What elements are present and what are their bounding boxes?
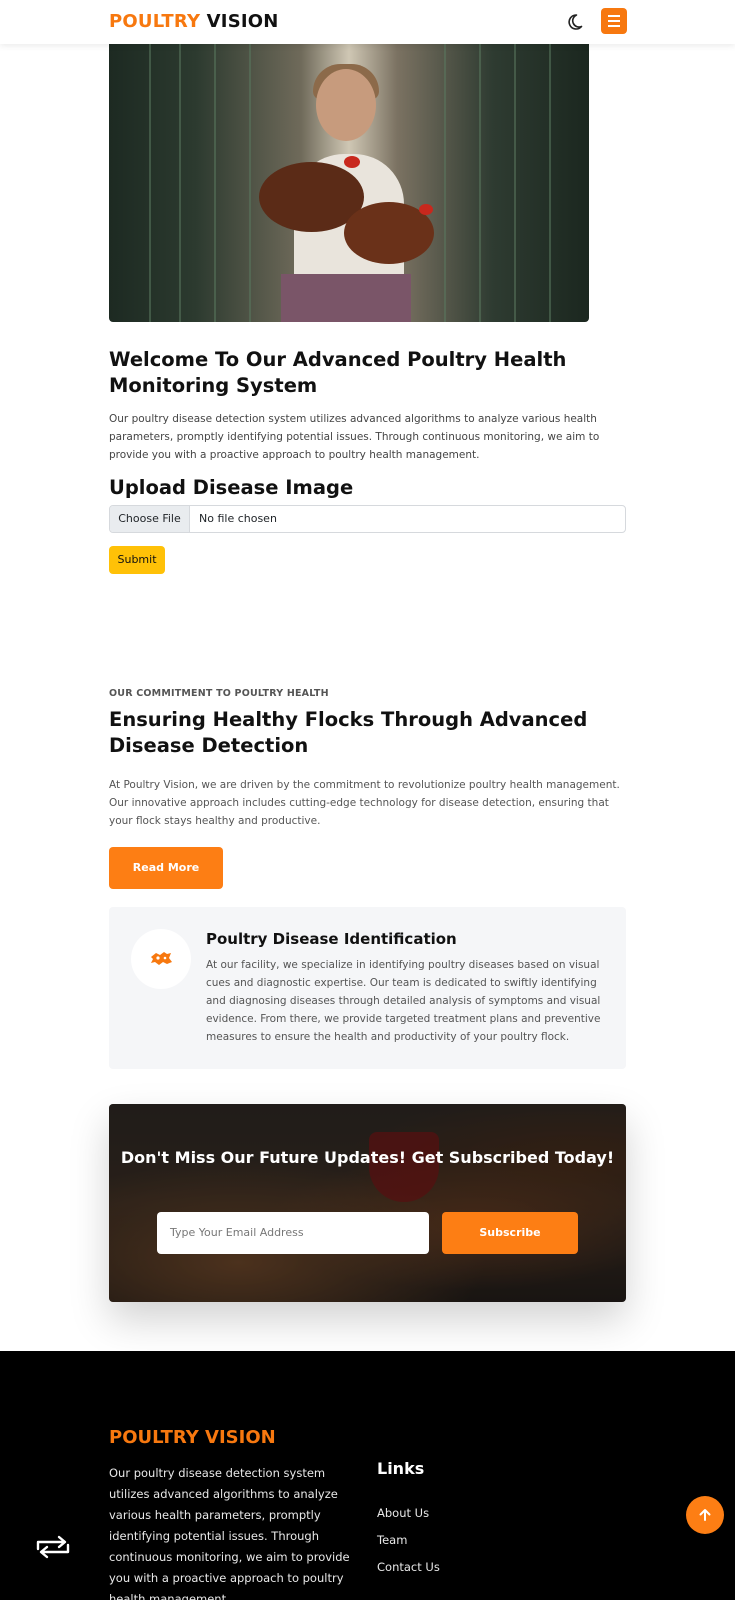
- logo-part-vision: VISION: [206, 11, 279, 32]
- upload-heading: Upload Disease Image: [109, 476, 354, 499]
- footer-link-contact[interactable]: Contact Us: [377, 1560, 440, 1574]
- choose-file-button[interactable]: Choose File: [110, 506, 190, 532]
- subscribe-button[interactable]: Subscribe: [442, 1212, 578, 1254]
- moon-icon[interactable]: [568, 12, 588, 32]
- footer-logo[interactable]: POULTRY VISION: [109, 1427, 276, 1448]
- email-input[interactable]: Type Your Email Address: [157, 1212, 429, 1254]
- submit-button[interactable]: Submit: [109, 546, 165, 574]
- newsletter-banner: Don't Miss Our Future Updates! Get Subsc…: [109, 1104, 626, 1302]
- newsletter-heading: Don't Miss Our Future Updates! Get Subsc…: [120, 1148, 615, 1167]
- welcome-heading: Welcome To Our Advanced Poultry Health M…: [109, 348, 567, 397]
- commitment-heading: Ensuring Healthy Flocks Through Advanced…: [109, 708, 588, 757]
- footer-link-team[interactable]: Team: [377, 1533, 407, 1547]
- read-more-button[interactable]: Read More: [109, 847, 223, 889]
- logo-part-poultry: POULTRY: [109, 11, 201, 32]
- footer-about-text: Our poultry disease detection system uti…: [109, 1466, 350, 1600]
- chicken-icon: [151, 952, 172, 965]
- commitment-eyebrow: OUR COMMITMENT TO POULTRY HEALTH: [109, 688, 329, 699]
- site-footer: POULTRY VISION Our poultry disease detec…: [0, 1351, 735, 1600]
- feature-text: At our facility, we specialize in identi…: [206, 959, 601, 1043]
- swap-arrows-icon[interactable]: [34, 1533, 72, 1561]
- site-header: POULTRY VISION: [0, 0, 735, 44]
- welcome-description: Our poultry disease detection system uti…: [109, 413, 600, 461]
- file-status-text: No file chosen: [199, 512, 277, 525]
- feature-title: Poultry Disease Identification: [206, 930, 457, 948]
- back-to-top-button[interactable]: [686, 1496, 724, 1534]
- hero-image: [109, 44, 589, 322]
- feature-card: Poultry Disease Identification At our fa…: [109, 907, 626, 1069]
- footer-links-heading: Links: [377, 1459, 425, 1478]
- hamburger-icon: [608, 15, 620, 17]
- file-input[interactable]: Choose File No file chosen: [109, 505, 626, 533]
- feature-icon-circle: [131, 929, 191, 989]
- brand-logo[interactable]: POULTRY VISION: [109, 11, 279, 32]
- hamburger-menu-button[interactable]: [601, 8, 627, 34]
- arrow-up-icon: [699, 1509, 711, 1521]
- footer-link-about[interactable]: About Us: [377, 1506, 429, 1520]
- commitment-description: At Poultry Vision, we are driven by the …: [109, 779, 620, 827]
